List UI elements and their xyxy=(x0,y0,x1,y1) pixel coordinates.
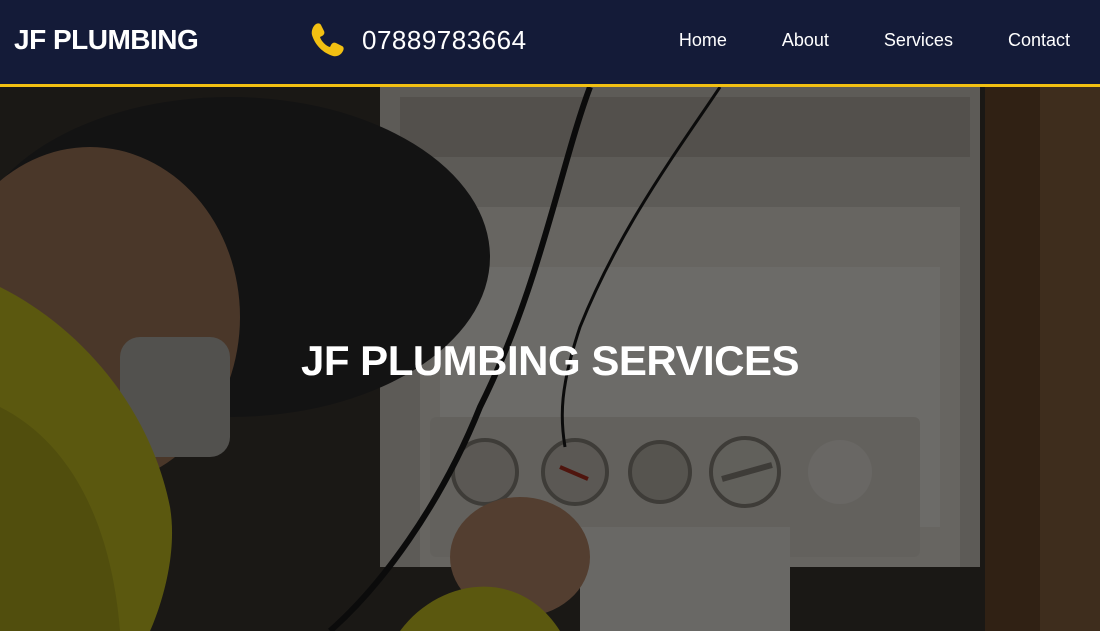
phone-number[interactable]: 07889783664 xyxy=(362,25,527,56)
nav-services[interactable]: Services xyxy=(884,30,953,51)
main-nav: Home About Services Contact xyxy=(624,30,1070,51)
brand-logo[interactable]: JF PLUMBING xyxy=(14,24,199,56)
phone-contact[interactable]: 07889783664 xyxy=(308,20,527,60)
hero-section: JF PLUMBING SERVICES xyxy=(0,87,1100,631)
nav-about[interactable]: About xyxy=(782,30,829,51)
nav-home[interactable]: Home xyxy=(679,30,727,51)
nav-contact[interactable]: Contact xyxy=(1008,30,1070,51)
navbar: JF PLUMBING 07889783664 Home About Servi… xyxy=(0,0,1100,87)
hero-title: JF PLUMBING SERVICES xyxy=(301,337,799,384)
phone-icon xyxy=(311,23,344,57)
